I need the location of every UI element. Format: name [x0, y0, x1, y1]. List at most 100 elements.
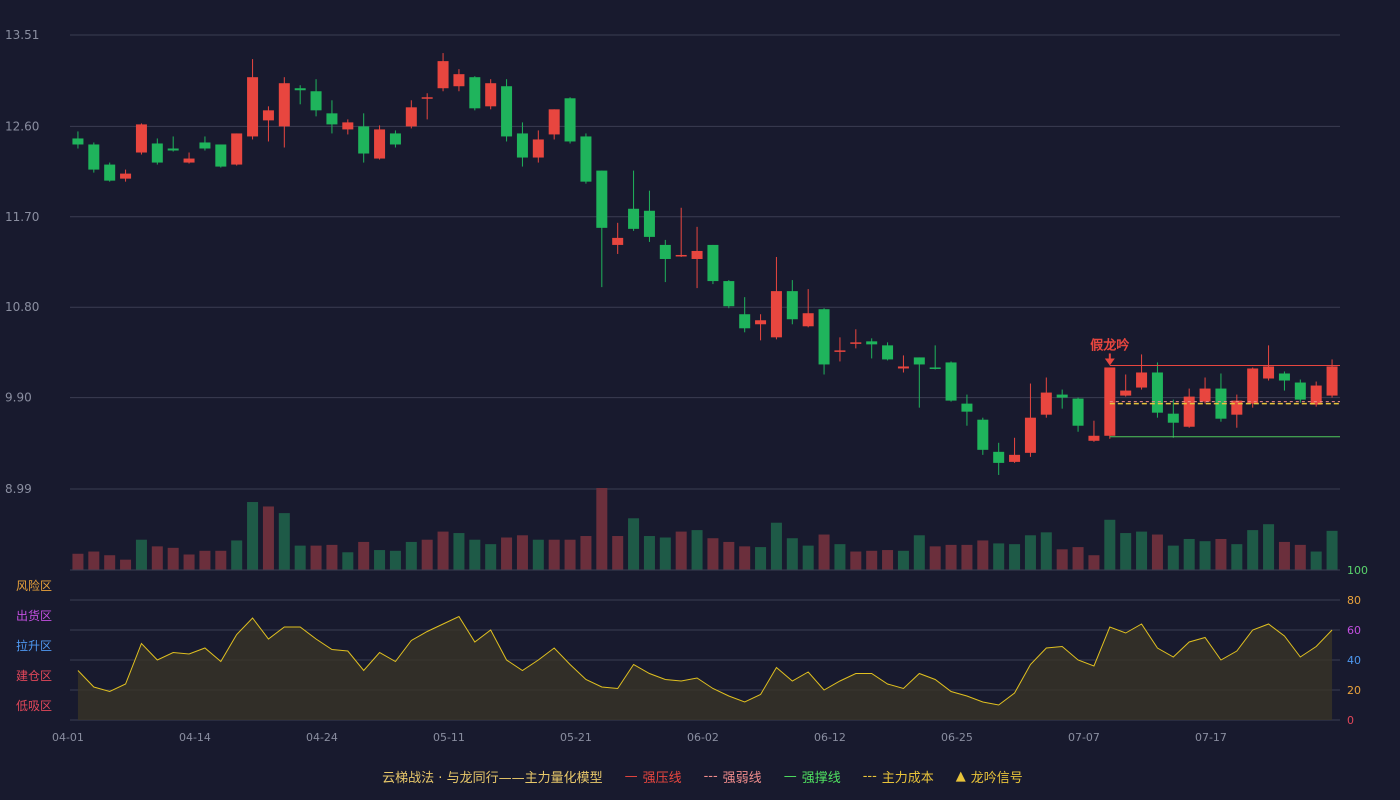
volume-bar [1199, 541, 1211, 570]
indicator-zone-label: 风险区 [16, 578, 52, 593]
candle-body [739, 314, 751, 329]
volume-bar [358, 541, 370, 570]
legend-item-strong-support[interactable]: — 强撑线 [784, 767, 841, 786]
indicator-zone-label: 低吸区 [16, 699, 52, 713]
volume-bar [374, 550, 386, 570]
kline-chart: 13.51 12.60 11.70 10.80 9.90 8.99 假龙吟 0 20 40 60 80… [5, 28, 1368, 744]
candle-body [961, 403, 973, 412]
candle-body [516, 133, 528, 158]
candle-body [993, 451, 1005, 463]
volume-bar [1088, 555, 1100, 570]
candle-body [1294, 382, 1306, 400]
volume-bar [1056, 549, 1068, 570]
legend-item-main-cost[interactable]: --- 主力成本 [863, 767, 934, 786]
volume-bar [389, 550, 401, 570]
candle-body [1040, 392, 1052, 415]
x-tick-label: 05-21 [560, 731, 592, 744]
candle-body [977, 419, 989, 450]
volume-bar [294, 545, 306, 570]
candle-body [374, 129, 386, 159]
volume-bar [1136, 531, 1148, 570]
volume-bar [1231, 544, 1243, 570]
candle-body [231, 133, 243, 165]
candle-body [929, 367, 941, 369]
candle-body [453, 74, 465, 87]
candle-body [358, 126, 370, 154]
volume-bar [151, 546, 163, 570]
candle-body [183, 158, 195, 163]
volume-bar [485, 544, 497, 570]
legend-item-strong-pressure[interactable]: — 强压线 [625, 767, 682, 786]
volume-bar [1278, 541, 1290, 570]
legend-item-model[interactable]: 云梯战法 · 与龙同行——主力量化模型 [377, 767, 602, 786]
candle-body [786, 291, 798, 320]
candle-body [1326, 366, 1338, 396]
volume-bar [104, 555, 116, 570]
candle-body [913, 357, 925, 365]
candle-body [421, 97, 433, 99]
candle-body [802, 313, 814, 327]
volume-bar [580, 536, 592, 570]
volume-bar [675, 531, 687, 570]
candle-body [72, 138, 84, 145]
candle-body [485, 83, 497, 107]
candle-body [564, 98, 576, 142]
candle-body [1088, 435, 1100, 441]
x-tick-label: 07-07 [1068, 731, 1100, 744]
candle-body [1151, 372, 1163, 413]
volume-bar [342, 552, 354, 570]
candle-body [262, 110, 274, 121]
candle-body [1231, 400, 1243, 415]
volume-bar [612, 536, 624, 570]
candle-body [707, 244, 719, 282]
indicator-zone-label: 拉升区 [16, 638, 52, 653]
candle-body [1136, 372, 1148, 388]
candle-body [691, 250, 703, 259]
candle-body [659, 244, 671, 259]
indicator-tick-label: 20 [1347, 684, 1361, 697]
candle-body [247, 77, 259, 137]
candle-body [945, 362, 957, 401]
legend-item-strong-weak[interactable]: --- 强弱线 [704, 767, 762, 786]
volume-bar [1104, 519, 1116, 570]
x-tick-label: 04-01 [52, 731, 84, 744]
legend-label: 云梯战法 · 与龙同行——主力量化模型 [382, 770, 603, 786]
x-tick-label: 06-12 [814, 731, 846, 744]
volume-bar [723, 541, 735, 570]
volume-bar [1024, 535, 1036, 570]
volume-bar [786, 538, 798, 570]
candle-body [437, 61, 449, 89]
volume-bar [691, 530, 703, 570]
volume-bar [1326, 530, 1338, 570]
signal-arrow-icon [1104, 358, 1115, 366]
volume-bar [770, 522, 782, 570]
volume-bar [501, 537, 513, 570]
volume-bar [1263, 524, 1275, 570]
price-tick-label: 9.90 [5, 391, 32, 405]
x-tick-label: 04-14 [179, 731, 211, 744]
legend-label: 强压线 [642, 770, 682, 786]
volume-bar [453, 533, 465, 570]
price-tick-label: 12.60 [5, 119, 39, 133]
candle-body [1247, 368, 1259, 404]
candle-body [389, 133, 401, 145]
volume-bar [897, 550, 909, 570]
volume-bar [1167, 545, 1179, 570]
volume-bar [516, 535, 528, 570]
volume-bar [1310, 551, 1322, 570]
volume-bar [405, 541, 417, 570]
candle-body [501, 86, 513, 137]
volume-bar [659, 537, 671, 570]
volume-bar [596, 488, 608, 570]
price-tick-label: 13.51 [5, 28, 39, 42]
volume-bar [802, 545, 814, 570]
volume-bar [548, 539, 560, 570]
candle-body [643, 210, 655, 237]
candle-body [596, 170, 608, 228]
candle-body [294, 88, 306, 91]
volume-bar [643, 536, 655, 570]
legend-item-dragon-signal[interactable]: ▲ 龙吟信号 [956, 767, 1023, 786]
candle-body [580, 136, 592, 182]
volume-bar [866, 550, 878, 570]
candle-body [882, 345, 894, 360]
